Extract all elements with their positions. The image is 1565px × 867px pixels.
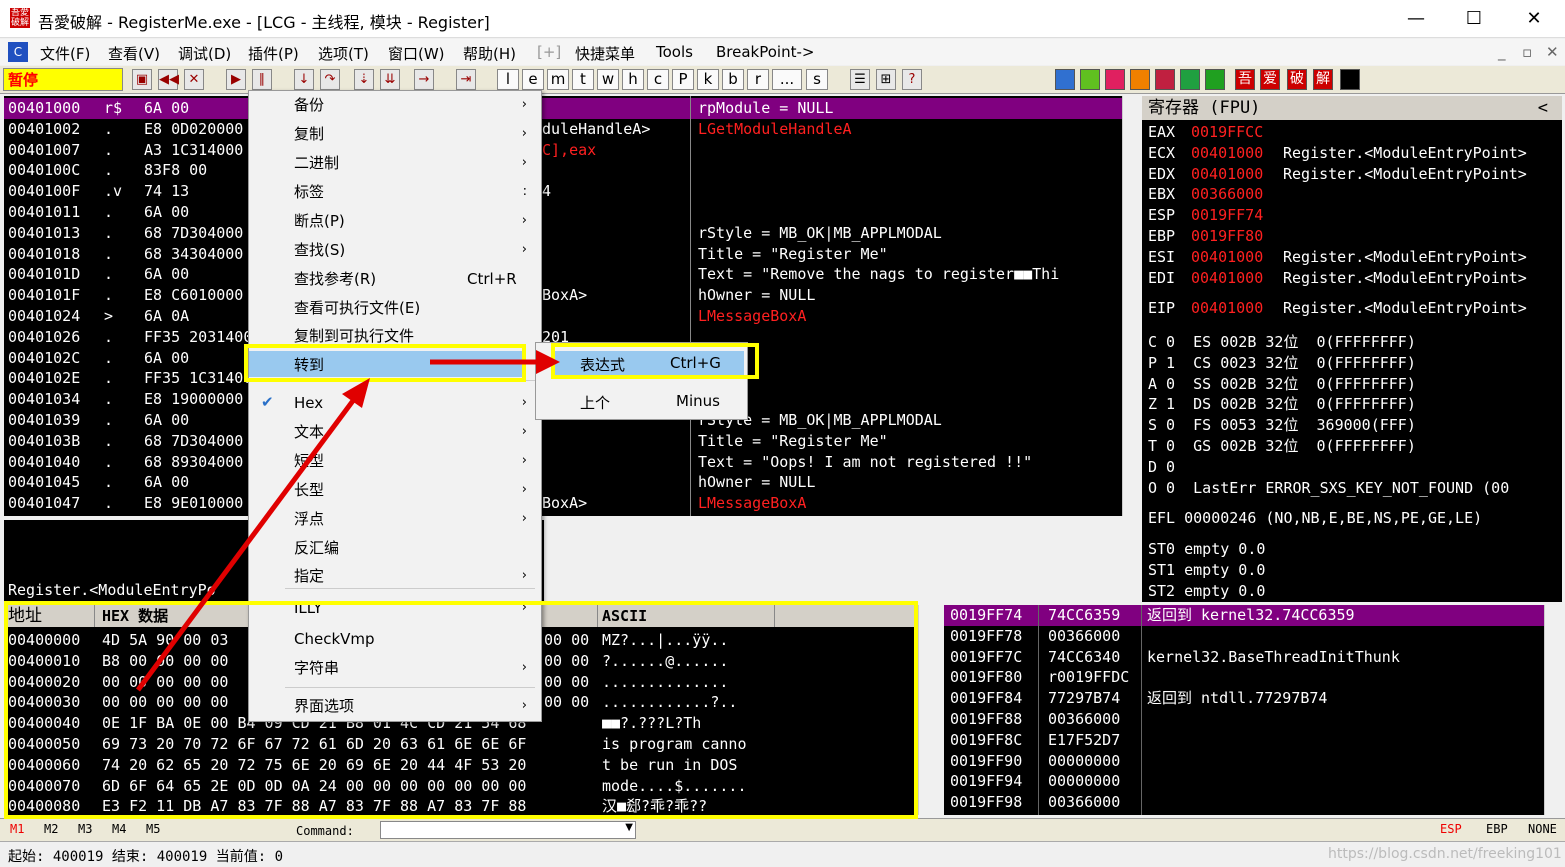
arrowhead-up bbox=[342, 378, 370, 408]
arrow-dump-to-goto bbox=[135, 396, 358, 692]
arrowhead-right bbox=[536, 350, 560, 374]
annotation-arrows bbox=[135, 350, 560, 692]
